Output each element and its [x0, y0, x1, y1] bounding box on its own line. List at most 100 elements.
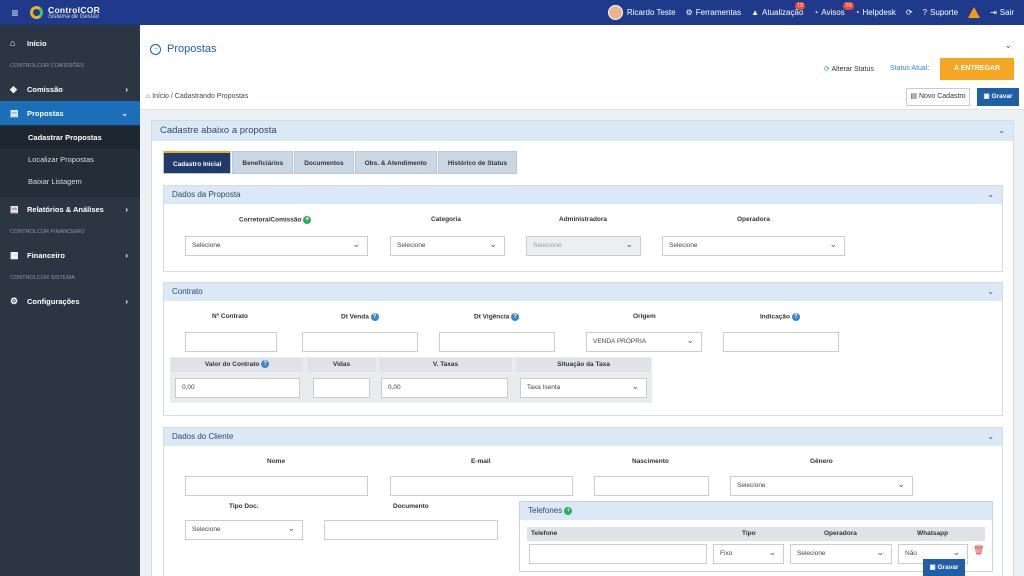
- label-genero: Gênero: [810, 458, 833, 465]
- telefone-input[interactable]: [529, 544, 707, 564]
- sidebar-subitem-baixar[interactable]: Baixar Listagem: [0, 171, 140, 193]
- proposal-card: Cadastre abaixo a proposta ⌄ Cadastro In…: [151, 120, 1014, 576]
- nascimento-input[interactable]: [594, 476, 709, 496]
- refresh-icon[interactable]: ⟳: [906, 8, 913, 17]
- save-button[interactable]: ▣ Gravar: [977, 88, 1019, 106]
- sidebar-item-configuracoes[interactable]: ⚙ Configurações ›: [0, 289, 140, 313]
- avatar: [607, 5, 623, 20]
- floppy-icon: ▣: [983, 93, 990, 100]
- notices-label: Avisos: [821, 8, 845, 17]
- situacao-select[interactable]: Taxa Isenta: [520, 377, 647, 398]
- tab-beneficiarios[interactable]: Beneficiários: [232, 151, 294, 174]
- support-menu[interactable]: ? Suporte: [923, 8, 958, 17]
- label-categoria: Categoria: [431, 216, 461, 223]
- help-icon[interactable]: ?: [261, 360, 270, 369]
- floating-save-label: Gravar: [937, 564, 959, 571]
- chevron-down-icon[interactable]: ⌄: [987, 283, 994, 301]
- header-taxas: V. Taxas: [379, 358, 512, 372]
- trash-icon[interactable]: 🗑: [973, 545, 984, 556]
- help-icon[interactable]: ?: [511, 313, 520, 321]
- new-record-button[interactable]: ▤ Novo Cadastro: [906, 88, 970, 106]
- helpdesk-chat-icon: ◔: [854, 8, 860, 17]
- n-contrato-input[interactable]: [185, 332, 277, 352]
- tab-obs-atendimento[interactable]: Obs. & Atendimento: [354, 151, 437, 174]
- col-telefone: Telefone: [531, 530, 558, 537]
- calculator-icon: ▦: [10, 249, 19, 260]
- col-whatsapp: Whatsapp: [917, 530, 949, 537]
- email-input[interactable]: [390, 476, 573, 496]
- administradora-select[interactable]: Selecione: [526, 235, 641, 256]
- sidebar-submenu: Cadastrar Propostas Localizar Propostas …: [0, 125, 140, 197]
- help-icon[interactable]: ?: [370, 313, 379, 321]
- floating-save-button[interactable]: ▣ Gravar: [923, 559, 965, 576]
- alter-status-link[interactable]: ⟳ Alterar Status: [824, 65, 874, 73]
- tab-historico-status[interactable]: Histórico de Status: [437, 151, 518, 174]
- chevron-down-icon[interactable]: ⌄: [1004, 40, 1012, 51]
- help-icon[interactable]: ?: [791, 313, 800, 321]
- chevron-down-icon[interactable]: ⌄: [998, 121, 1005, 141]
- notices-menu[interactable]: ◔ Avisos 10: [813, 2, 854, 17]
- taxas-input[interactable]: 0,00: [381, 378, 508, 398]
- alter-status-label: Alterar Status: [831, 66, 874, 73]
- indicacao-input[interactable]: [723, 332, 839, 352]
- updates-menu[interactable]: ▲ Atualização 10: [751, 2, 806, 17]
- sidebar-item-propostas[interactable]: ▤ Propostas ⌄: [0, 101, 140, 125]
- chevron-down-icon[interactable]: ⌄: [987, 428, 994, 446]
- categoria-select[interactable]: Selecione: [390, 235, 505, 256]
- telefones-header: Telefones +: [520, 502, 992, 520]
- section-title: Dados da Proposta: [172, 190, 241, 199]
- sidebar-subitem-localizar[interactable]: Localizar Propostas: [0, 149, 140, 171]
- origem-select[interactable]: VENDA PRÓPRIA: [586, 331, 702, 352]
- label-dt-venda: Dt Venda ?: [341, 313, 379, 321]
- add-icon[interactable]: +: [303, 216, 312, 224]
- file-icon: ▤: [910, 93, 917, 100]
- logout-button[interactable]: ⇥ Sair: [990, 8, 1014, 17]
- genero-select[interactable]: Selecione: [730, 475, 913, 496]
- dt-vigencia-input[interactable]: [439, 332, 555, 352]
- operadora-select[interactable]: Selecione: [662, 235, 845, 256]
- status-badge[interactable]: A ENTREGAR: [940, 58, 1014, 80]
- sidebar-item-relatorios[interactable]: ▤ Relatórios & Análises ›: [0, 197, 140, 221]
- operadora-phone-select[interactable]: Selecione: [790, 543, 892, 564]
- valor-input[interactable]: 0,00: [175, 378, 300, 398]
- helpdesk-menu[interactable]: ◔ Helpdesk: [855, 8, 896, 17]
- nome-input[interactable]: [185, 476, 368, 496]
- vidas-input[interactable]: [313, 378, 370, 398]
- report-icon: ▤: [10, 203, 19, 214]
- refresh-icon: ⟳: [824, 66, 830, 73]
- brand-logo[interactable]: ControlCOR Sistema de Gestão: [30, 5, 140, 20]
- sidebar-item-home[interactable]: ⌂ Início: [0, 31, 140, 55]
- arrow-circle-icon: →: [150, 43, 161, 55]
- sidebar-item-comissao[interactable]: ◈ Comissão ›: [0, 77, 140, 101]
- label-n-contrato: Nº Contrato: [212, 313, 248, 320]
- breadcrumb-home[interactable]: Início: [152, 93, 169, 100]
- chevron-right-icon: ›: [125, 204, 128, 214]
- logout-label: Sair: [999, 8, 1014, 17]
- sidebar-subitem-cadastrar[interactable]: Cadastrar Propostas: [0, 127, 140, 149]
- card-title: Cadastre abaixo a proposta: [160, 125, 277, 136]
- tipo-doc-select[interactable]: Selecione: [185, 519, 303, 540]
- notices-badge: 10: [843, 2, 854, 10]
- tab-documentos[interactable]: Documentos: [294, 151, 354, 174]
- menu-toggle-icon[interactable]: ≡: [0, 6, 30, 20]
- add-phone-icon[interactable]: +: [564, 506, 573, 515]
- label-corretora-text: Corretora/Comissão: [239, 216, 302, 224]
- documento-input[interactable]: [324, 520, 498, 540]
- floppy-icon: ▣: [929, 564, 936, 571]
- alert-icon[interactable]: [968, 7, 981, 18]
- sidebar-item-label: Comissão: [27, 84, 63, 94]
- warning-icon: ▲: [751, 8, 760, 17]
- new-record-label: Novo Cadastro: [918, 93, 966, 100]
- tab-cadastro-inicial[interactable]: Cadastro Inicial: [163, 151, 232, 174]
- corretora-select[interactable]: Selecione: [185, 235, 368, 256]
- user-menu[interactable]: Ricardo Teste: [607, 5, 676, 20]
- brand-subtitle: Sistema de Gestão: [48, 14, 100, 20]
- dt-venda-input[interactable]: [302, 332, 418, 352]
- top-navbar: ≡ ControlCOR Sistema de Gestão Ricardo T…: [0, 0, 1024, 25]
- chevron-down-icon[interactable]: ⌄: [987, 186, 994, 204]
- home-icon[interactable]: ⌂: [146, 93, 150, 100]
- sidebar-item-financeiro[interactable]: ▦ Financeiro ›: [0, 243, 140, 267]
- tipo-select[interactable]: Fixo: [713, 543, 784, 564]
- support-label: Suporte: [930, 8, 959, 17]
- tools-menu[interactable]: ⚙ Ferramentas: [686, 8, 742, 17]
